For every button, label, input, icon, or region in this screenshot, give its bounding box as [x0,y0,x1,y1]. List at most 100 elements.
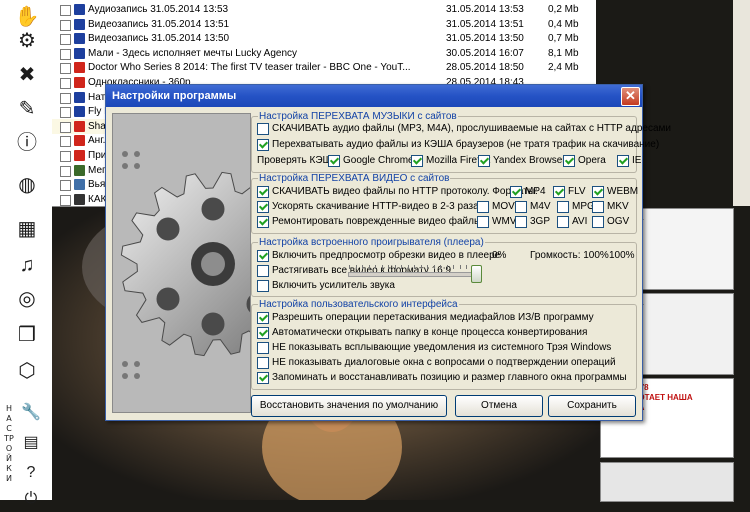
no-popups-option[interactable]: НЕ показывать всплывающие уведомления из… [257,342,611,354]
help-icon[interactable]: ? [16,460,46,486]
format-checkbox[interactable] [557,201,569,213]
restore-defaults-button[interactable]: Восстановить значения по умолчанию [251,395,447,417]
remember-position-option[interactable]: Запоминать и восстанавливать позицию и р… [257,372,627,384]
row-checkbox[interactable] [60,151,71,162]
repair-checkbox[interactable] [257,216,269,228]
amplifier-option[interactable]: Включить усилитель звука [257,280,395,292]
open-folder-checkbox[interactable] [257,327,269,339]
row-checkbox[interactable] [60,136,71,148]
browser-checkbox[interactable] [617,155,629,167]
gear-icon[interactable]: ⚙ [12,28,42,54]
format-checkbox[interactable] [592,186,604,198]
music-icon[interactable]: ♫ [12,252,42,278]
preview-option[interactable]: Включить предпросмотр обрезки видео в пл… [257,250,500,262]
stretch-checkbox[interactable] [257,265,269,277]
download-audio-checkbox[interactable] [257,123,269,135]
pen-icon[interactable]: ✎ [12,96,42,122]
no-dialogs-checkbox[interactable] [257,357,269,369]
format-option[interactable]: OGV [592,216,629,228]
format-checkbox[interactable] [477,216,489,228]
download-audio-option[interactable]: СКАЧИВАТЬ аудио файлы (MP3, M4A), прослу… [257,123,671,135]
row-checkbox[interactable] [60,5,71,16]
format-option[interactable]: MP4 [510,186,546,198]
browser-option[interactable]: IE [617,155,641,167]
format-checkbox[interactable] [553,186,565,198]
no-dialogs-option[interactable]: НЕ показывать диалоговые окна с вопросам… [257,357,616,369]
drag-drop-checkbox[interactable] [257,312,269,324]
browser-option[interactable]: Google Chrome [328,155,414,167]
cancel-button[interactable]: Отмена [455,395,543,417]
download-video-checkbox[interactable] [257,186,269,198]
browser-checkbox[interactable] [411,155,423,167]
row-checkbox[interactable] [60,121,71,133]
format-option[interactable]: WEBM [592,186,638,198]
browser-option[interactable]: Opera [563,155,606,167]
save-button[interactable]: Сохранить [548,395,636,417]
preview-checkbox[interactable] [257,250,269,262]
drag-drop-option[interactable]: Разрешить операции перетаскивания медиаф… [257,312,594,324]
row-checkbox[interactable] [60,165,71,177]
film-icon[interactable]: ▦ [12,216,42,242]
intercept-cache-checkbox[interactable] [257,139,269,151]
format-option[interactable]: MKV [592,201,629,213]
open-folder-option[interactable]: Автоматически открывать папку в конце пр… [257,327,587,339]
speedup-checkbox[interactable] [257,201,269,213]
boxes-icon[interactable]: ❒ [12,322,42,348]
volume-slider-thumb[interactable] [471,265,482,283]
grab-icon[interactable]: ✋ [12,4,42,30]
remember-position-checkbox[interactable] [257,372,269,384]
table-row[interactable]: Мали - Здесь исполняет мечты Lucky Agenc… [52,46,596,62]
table-row[interactable]: Видеозапись 31.05.2014 13:51 31.05.2014 1… [52,17,596,33]
intercept-cache-option[interactable]: Перехватывать аудио файлы из КЭША браузе… [257,139,659,151]
browser-checkbox[interactable] [328,155,340,167]
format-checkbox[interactable] [557,216,569,228]
format-checkbox[interactable] [592,201,604,213]
format-option[interactable]: MPG [557,201,595,213]
thumb-screenshot[interactable] [600,462,734,502]
table-row[interactable]: Видеозапись 31.05.2014 13:50 31.05.2014 1… [52,31,596,47]
power-icon[interactable]: ⏻ [16,486,46,512]
close-button[interactable]: ✕ [621,87,640,106]
row-checkbox[interactable] [60,63,71,75]
slider-tick [446,265,448,269]
format-option[interactable]: AVI [557,216,587,228]
format-checkbox[interactable] [477,201,489,213]
row-checkbox[interactable] [60,34,71,46]
table-row[interactable]: Doctor Who Series 8 2014: The first TV t… [52,60,596,76]
cross-icon[interactable]: ✖ [12,62,42,88]
row-checkbox[interactable] [60,48,71,60]
format-checkbox[interactable] [515,216,527,228]
format-option[interactable]: MOV [477,201,515,213]
row-checkbox[interactable] [60,180,71,192]
row-checkbox[interactable] [60,92,71,104]
cube-icon[interactable]: ⬡ [12,358,42,384]
row-checkbox[interactable] [60,194,71,206]
row-checkbox[interactable] [60,78,71,89]
amplifier-checkbox[interactable] [257,280,269,292]
format-checkbox[interactable] [592,216,604,228]
download-video-option[interactable]: СКАЧИВАТЬ видео файлы по HTTP протоколу.… [257,186,538,198]
volume-slider-track[interactable] [348,272,482,277]
table-row[interactable]: Аудиозапись 31.05.2014 13:53 31.05.2014 1… [52,2,596,18]
format-option[interactable]: 3GP [515,216,550,228]
info-icon[interactable]: ⓘ [12,130,42,156]
wrench-icon[interactable]: 🔧 [16,400,46,426]
format-option[interactable]: WMV [477,216,516,228]
row-checkbox[interactable] [60,107,71,119]
browser-checkbox[interactable] [478,155,490,167]
browser-option[interactable]: Yandex Browser [478,155,566,167]
format-checkbox[interactable] [515,201,527,213]
dialog-titlebar[interactable]: Настройки программы ✕ [106,85,642,107]
speedup-option[interactable]: Ускорять скачивание HTTP-видео в 2-3 раз… [257,201,479,213]
keyboard-icon[interactable]: ▤ [16,430,46,456]
format-checkbox[interactable] [510,186,522,198]
globe-icon[interactable]: ◍ [12,172,42,198]
format-option[interactable]: FLV [553,186,586,198]
browser-checkbox[interactable] [563,155,575,167]
format-option[interactable]: M4V [515,201,551,213]
no-popups-checkbox[interactable] [257,342,269,354]
row-checkbox[interactable] [60,19,71,31]
repair-option[interactable]: Ремонтировать поврежденные видео файлы [257,216,481,228]
file-list-scrollbar[interactable] [733,0,750,206]
disc-icon[interactable]: ◎ [12,286,42,312]
